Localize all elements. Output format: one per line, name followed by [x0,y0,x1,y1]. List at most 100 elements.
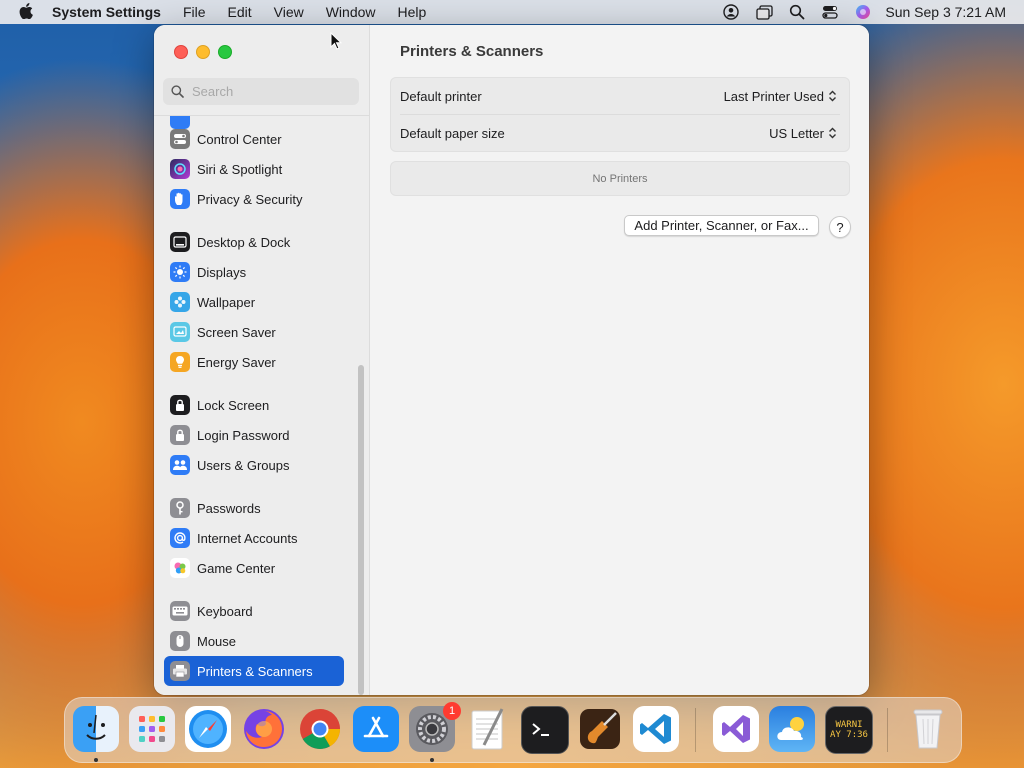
console-dock-icon[interactable]: WARNI AY 7:36 [825,706,873,754]
sidebar-item-screen-saver[interactable]: Screen Saver [164,317,344,347]
sidebar-item-label: Passwords [197,500,261,516]
default-paper-select[interactable]: US Letter [769,126,837,141]
wallpaper-icon [170,292,190,312]
system-settings-dock-icon[interactable]: 1 [409,702,461,752]
menu-window[interactable]: Window [326,4,376,20]
sidebar-item-label: Control Center [197,131,282,147]
visual-studio-dock-icon[interactable] [713,706,759,752]
sidebar-search[interactable] [163,78,359,105]
menu-app-name[interactable]: System Settings [52,4,161,20]
sidebar-item-privacy-security[interactable]: Privacy & Security [164,184,344,214]
minimize-window-button[interactable] [196,45,210,59]
sidebar-item-control-center[interactable]: Control Center [164,124,344,154]
weather-dock-icon[interactable] [769,706,815,752]
add-printer-button[interactable]: Add Printer, Scanner, or Fax... [624,215,819,236]
system-settings-window: Control Center Siri & Spotlight Privacy … [154,25,869,695]
dock: 1 WARNI AY 7:36 [64,697,962,763]
menu-view[interactable]: View [274,4,304,20]
sidebar-item-wallpaper[interactable]: Wallpaper [164,287,344,317]
sidebar-item-label: Login Password [197,427,290,443]
menu-bar: System Settings File Edit View Window He… [0,0,1024,24]
sidebar-item-label: Keyboard [197,603,253,619]
sidebar-item-displays[interactable]: Displays [164,257,344,287]
sidebar-item-printers-scanners[interactable]: Printers & Scanners [164,656,344,686]
printer-icon [170,661,190,681]
search-input[interactable] [190,83,354,100]
settings-running-indicator [430,758,434,762]
sidebar-item-keyboard[interactable]: Keyboard [164,596,344,626]
key-icon [170,498,190,518]
default-printer-row: Default printer Last Printer Used [391,78,849,114]
menu-file[interactable]: File [183,4,206,20]
menu-edit[interactable]: Edit [228,4,252,20]
garageband-dock-icon[interactable] [577,706,623,752]
chevron-updown-icon [828,89,837,103]
sidebar-scrollbar[interactable] [358,365,364,695]
siri-icon [170,159,190,179]
sidebar-item-label: Desktop & Dock [197,234,291,250]
siri-menu-icon[interactable] [855,4,871,20]
defaults-card: Default printer Last Printer Used Defaul… [390,77,850,152]
finder-dock-icon[interactable] [73,706,119,752]
sidebar-item-login-password[interactable]: Login Password [164,420,344,450]
users-icon [170,455,190,475]
sidebar-item-game-center[interactable]: Game Center [164,553,344,583]
zoom-window-button[interactable] [218,45,232,59]
close-window-button[interactable] [174,45,188,59]
sidebar-item-label: Wallpaper [197,294,256,310]
app-store-dock-icon[interactable] [353,706,399,752]
sidebar-item-users-groups[interactable]: Users & Groups [164,450,344,480]
sidebar-item-lock-screen[interactable]: Lock Screen [164,390,344,420]
safari-dock-icon[interactable] [185,706,231,752]
default-printer-select[interactable]: Last Printer Used [724,89,837,104]
sidebar-item-label: Screen Saver [197,324,276,340]
firefox-dock-icon[interactable] [241,706,287,752]
menu-help[interactable]: Help [398,4,427,20]
textedit-dock-icon[interactable] [465,706,511,752]
help-button[interactable]: ? [829,216,851,238]
sidebar-item-siri-spotlight[interactable]: Siri & Spotlight [164,154,344,184]
search-icon [171,85,184,98]
trash-dock-icon[interactable] [905,706,951,752]
console-icon-text-1: WARNI [835,720,863,730]
sidebar-item-label: Lock Screen [197,397,270,413]
page-title: Printers & Scanners [400,43,544,60]
default-paper-label: Default paper size [400,125,505,141]
lock-icon [170,395,190,415]
terminal-dock-icon[interactable] [521,706,569,754]
menu-clock[interactable]: Sun Sep 3 7:21 AM [885,4,1006,20]
mouse-icon [170,631,190,651]
mouse-cursor-icon [330,31,343,55]
sidebar-item-passwords[interactable]: Passwords [164,493,344,523]
hand-icon [170,189,190,209]
apple-menu-icon[interactable] [18,2,34,22]
launchpad-dock-icon[interactable] [129,706,175,752]
screen-saver-icon [170,322,190,342]
at-icon [170,528,190,548]
sidebar-item-label: Displays [197,264,247,280]
sidebar-item-energy-saver[interactable]: Energy Saver [164,347,344,377]
sidebar-item-label: Game Center [197,560,276,576]
chrome-dock-icon[interactable] [297,706,343,752]
settings-notification-badge: 1 [443,702,461,720]
chevron-updown-icon [828,126,837,140]
vscode-dock-icon[interactable] [633,706,679,752]
control-center-menu-icon[interactable] [822,4,839,20]
sidebar-item-label: Users & Groups [197,457,290,473]
lock-icon [170,425,190,445]
user-account-icon[interactable] [723,4,740,20]
sidebar-item-internet-accounts[interactable]: Internet Accounts [164,523,344,553]
sidebar-item-label: Siri & Spotlight [197,161,283,177]
sidebar-item-label: Mouse [197,633,237,649]
sidebar-item-label: Printers & Scanners [197,663,313,679]
sidebar-item-label: Internet Accounts [197,530,298,546]
window-switcher-icon[interactable] [756,4,774,20]
window-controls [174,45,240,59]
default-printer-label: Default printer [400,88,482,104]
dock-divider [887,708,888,752]
spotlight-search-icon[interactable] [789,4,805,20]
default-printer-value: Last Printer Used [723,88,824,104]
sidebar-item-mouse[interactable]: Mouse [164,626,344,656]
sidebar-item-desktop-dock[interactable]: Desktop & Dock [164,227,344,257]
sidebar-list: Control Center Siri & Spotlight Privacy … [154,115,369,695]
